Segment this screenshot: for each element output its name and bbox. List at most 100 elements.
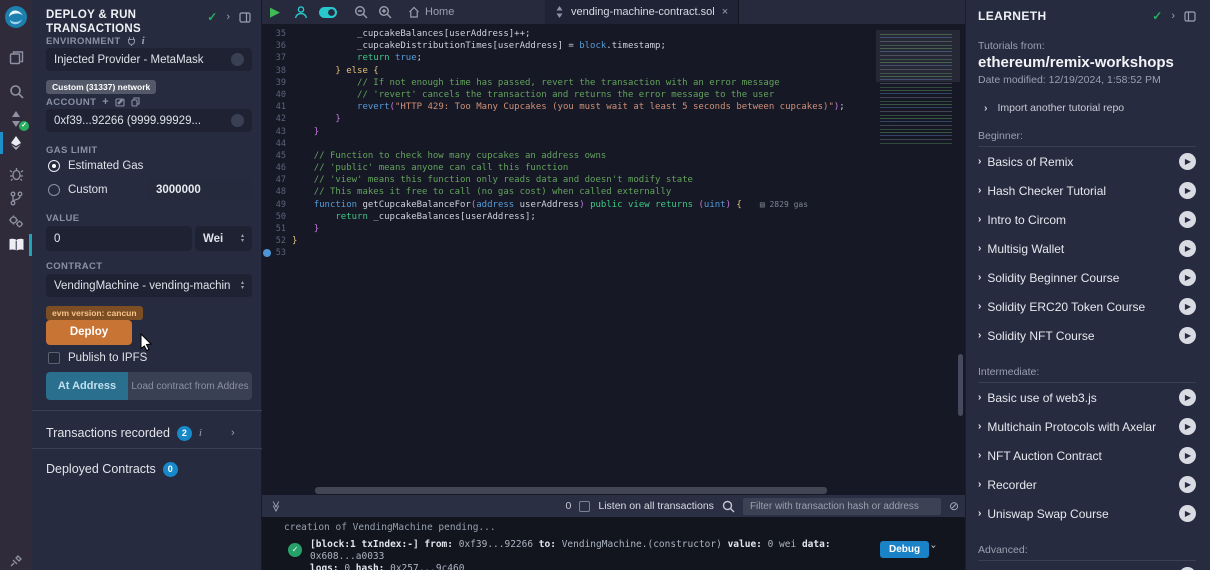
tutorial-item[interactable]: ›Multisig Wallet▶ xyxy=(978,234,1196,263)
estimated-gas-radio[interactable] xyxy=(48,160,60,172)
deploy-run-icon[interactable] xyxy=(0,130,32,156)
minimap[interactable] xyxy=(876,26,960,144)
expand-tx-icon[interactable]: › xyxy=(928,543,939,549)
transactions-info-icon[interactable]: i xyxy=(199,427,202,439)
copy-account-icon[interactable] xyxy=(131,97,140,107)
code-line[interactable]: 47 // 'view' means this function only re… xyxy=(262,174,965,186)
tutorial-play-icon[interactable]: ▶ xyxy=(1179,211,1196,228)
code-line[interactable]: 38 } else { xyxy=(262,65,965,77)
account-select[interactable]: 0xf39...92266 (9999.99929... xyxy=(46,109,252,132)
import-tutorial-repo[interactable]: › Import another tutorial repo xyxy=(978,102,1196,114)
tab-vending-machine-contract[interactable]: vending-machine-contract.sol × xyxy=(545,0,739,24)
tx-log-entry[interactable]: [block:1 txIndex:-] from: 0xf39...92266 … xyxy=(310,539,910,570)
close-tab-icon[interactable]: × xyxy=(722,6,728,18)
tutorial-item[interactable]: ›Hash Checker Tutorial▶ xyxy=(978,176,1196,205)
search-icon[interactable] xyxy=(0,78,32,104)
tutorial-play-icon[interactable]: ▶ xyxy=(1179,327,1196,344)
at-address-input[interactable]: Load contract from Addres xyxy=(128,372,252,400)
file-explorer-icon[interactable] xyxy=(0,44,32,70)
code-line[interactable]: 43 } xyxy=(262,126,965,138)
at-address-button[interactable]: At Address xyxy=(46,372,128,400)
tutorial-item[interactable]: ›Solidity Beginner Course▶ xyxy=(978,263,1196,292)
code-line[interactable]: 37 return true; xyxy=(262,52,965,64)
code-line[interactable]: 53 xyxy=(262,247,965,259)
tutorial-item[interactable]: ›Basics of Remix▶ xyxy=(978,147,1196,176)
learneth-collapse-icon[interactable]: › xyxy=(1171,10,1175,22)
run-script-icon[interactable]: ▶ xyxy=(270,4,280,20)
listen-all-checkbox[interactable] xyxy=(579,501,590,512)
collapse-panel-icon[interactable]: › xyxy=(226,11,230,23)
environment-info-icon[interactable]: i xyxy=(142,35,145,47)
tutorial-item[interactable]: ›Intro to Circom▶ xyxy=(978,205,1196,234)
debug-button[interactable]: Debug xyxy=(880,541,929,558)
transactions-expand-icon[interactable]: › xyxy=(231,427,235,439)
plug-environment-icon[interactable] xyxy=(127,36,136,46)
horizontal-scrollbar[interactable] xyxy=(315,487,827,494)
value-input[interactable] xyxy=(46,226,192,251)
tutorial-play-icon[interactable]: ▶ xyxy=(1179,476,1196,493)
code-line[interactable]: 48 // This makes it free to call (no gas… xyxy=(262,186,965,198)
value-unit-select[interactable]: Wei ▴▾ xyxy=(195,226,252,251)
minimap-slider[interactable] xyxy=(876,30,960,82)
terminal-filter-input[interactable] xyxy=(743,498,941,515)
tutorial-item[interactable]: ›Uniswap Swap Course▶ xyxy=(978,499,1196,528)
code-line[interactable]: 35 _cupcakeBalances[userAddress]++; xyxy=(262,28,965,40)
learneth-icon[interactable] xyxy=(0,232,32,258)
zoom-in-icon[interactable] xyxy=(378,5,392,19)
debugger-icon[interactable] xyxy=(0,160,32,186)
vertical-scrollbar[interactable] xyxy=(958,354,963,416)
tutorial-item[interactable]: ›Solidity NFT Course▶ xyxy=(978,321,1196,350)
code-line[interactable]: 41 revert("HTTP 429: Too Many Cupcakes (… xyxy=(262,101,965,113)
tutorial-item[interactable]: ›Recorder▶ xyxy=(978,470,1196,499)
collapse-terminal-icon[interactable]: ≫ xyxy=(269,500,282,512)
tutorial-item[interactable]: ›NFT Auction Contract▶ xyxy=(978,441,1196,470)
contract-select[interactable]: VendingMachine - vending-machin ▴▾ xyxy=(46,274,252,297)
tutorial-item[interactable]: ›Solidity ERC20 Token Course▶ xyxy=(978,292,1196,321)
code-line[interactable]: 52} xyxy=(262,235,965,247)
code-area[interactable]: 35 _cupcakeBalances[userAddress]++;36 _c… xyxy=(262,24,965,487)
code-line[interactable]: 44 xyxy=(262,138,965,150)
tutorial-item[interactable]: ›All about Proxy Contracts▶ xyxy=(978,561,1196,570)
code-line[interactable]: 42 } xyxy=(262,113,965,125)
plugin-manager-icon[interactable] xyxy=(0,208,32,234)
plug-icon[interactable] xyxy=(0,548,32,570)
code-line[interactable]: 39 // If not enough time has passed, rev… xyxy=(262,77,965,89)
publish-ipfs-checkbox[interactable] xyxy=(48,352,60,364)
home-tab[interactable]: Home xyxy=(408,6,454,18)
sign-message-icon[interactable] xyxy=(115,97,125,107)
deploy-button[interactable]: Deploy xyxy=(46,320,132,345)
code-line[interactable]: 51 } xyxy=(262,223,965,235)
zoom-out-icon[interactable] xyxy=(354,5,368,19)
breakpoint-dot[interactable] xyxy=(263,249,271,257)
clear-terminal-icon[interactable]: ⊘ xyxy=(949,499,959,513)
tutorial-play-icon[interactable]: ▶ xyxy=(1179,269,1196,286)
add-account-icon[interactable]: + xyxy=(102,96,109,108)
tutorial-play-icon[interactable]: ▶ xyxy=(1179,298,1196,315)
code-line[interactable]: 49 function getCupcakeBalanceFor(address… xyxy=(262,199,965,211)
tutorial-play-icon[interactable]: ▶ xyxy=(1179,418,1196,435)
code-line[interactable]: 50 return _cupcakeBalances[userAddress]; xyxy=(262,211,965,223)
tutorial-item[interactable]: ›Basic use of web3.js▶ xyxy=(978,383,1196,412)
tutorial-play-icon[interactable]: ▶ xyxy=(1179,153,1196,170)
tutorial-play-icon[interactable]: ▶ xyxy=(1179,240,1196,257)
code-line[interactable]: 45 // Function to check how many cupcake… xyxy=(262,150,965,162)
custom-gas-input[interactable] xyxy=(148,179,252,201)
deployed-contracts-row[interactable]: Deployed Contracts 0 xyxy=(46,456,246,482)
tutorial-item[interactable]: ›Multichain Protocols with Axelar▶ xyxy=(978,412,1196,441)
remixai-assistant-icon[interactable] xyxy=(294,5,308,19)
code-line[interactable]: 40 // 'revert' cancels the transaction a… xyxy=(262,89,965,101)
tutorial-play-icon[interactable]: ▶ xyxy=(1179,389,1196,406)
remix-logo[interactable] xyxy=(0,4,32,30)
tutorial-play-icon[interactable]: ▶ xyxy=(1179,505,1196,522)
tutorial-play-icon[interactable]: ▶ xyxy=(1179,182,1196,199)
tutorial-play-icon[interactable]: ▶ xyxy=(1179,447,1196,464)
transactions-recorded-row[interactable]: Transactions recorded 2 i › xyxy=(46,420,246,446)
custom-gas-radio[interactable] xyxy=(48,184,60,196)
solidity-compiler-icon[interactable]: ✓ xyxy=(0,106,32,132)
pin-panel-icon[interactable] xyxy=(239,12,251,23)
code-line[interactable]: 46 // 'public' means anyone can call thi… xyxy=(262,162,965,174)
ai-copilot-toggle[interactable] xyxy=(318,6,338,19)
environment-select[interactable]: Injected Provider - MetaMask xyxy=(46,48,252,71)
learneth-pin-icon[interactable] xyxy=(1184,11,1196,22)
code-line[interactable]: 36 _cupcakeDistributionTimes[userAddress… xyxy=(262,40,965,52)
